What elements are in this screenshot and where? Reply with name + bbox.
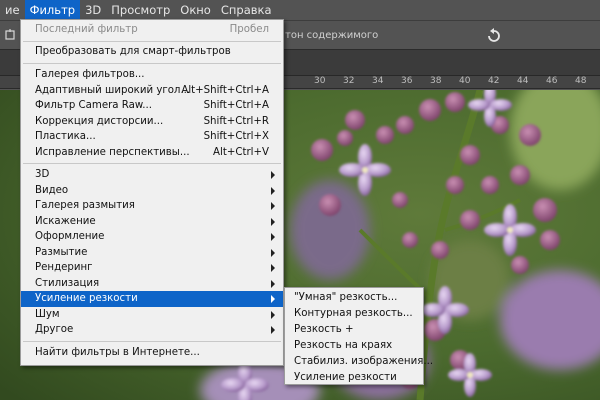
menu-item-label: Преобразовать для смарт-фильтров xyxy=(35,46,231,57)
menu-item-filter-gallery[interactable]: Галерея фильтров... xyxy=(21,67,283,83)
menu-item-label: Размытие xyxy=(35,246,88,258)
menu-filter[interactable]: Фильтр xyxy=(24,0,81,20)
menu-item-blur-gallery[interactable]: Галерея размытия xyxy=(21,198,283,214)
menu-item-label: Последний фильтр xyxy=(35,24,138,35)
menu-item-label: Галерея фильтров... xyxy=(35,69,145,80)
menu-item-label: Рендеринг xyxy=(35,262,93,273)
submenu-item-unsharp-mask[interactable]: Контурная резкость... xyxy=(285,306,423,322)
menu-item-label: Искажение xyxy=(35,215,96,227)
submenu-arrow-icon xyxy=(271,248,275,257)
ruler-label: 32 xyxy=(343,76,355,86)
menu-item-liquify[interactable]: Пластика... Shift+Ctrl+X xyxy=(21,129,283,145)
submenu-arrow-icon xyxy=(271,186,275,195)
submenu-arrow-icon xyxy=(271,233,275,241)
menu-item-label: Фильтр Camera Raw... xyxy=(35,100,152,111)
menu-help[interactable]: Справка xyxy=(216,0,277,20)
ruler-label: 48 xyxy=(575,76,587,86)
menu-item-shortcut: Shift+Ctrl+X xyxy=(203,131,269,142)
menu-item-shortcut: Пробел xyxy=(229,24,269,35)
menu-item-label: Найти фильтры в Интернете... xyxy=(35,347,200,358)
ruler-label: 38 xyxy=(430,76,442,86)
menu-item-noise[interactable]: Шум xyxy=(21,307,283,323)
submenu-arrow-icon xyxy=(271,217,275,226)
submenu-item-sharpen-edges[interactable]: Резкость на краях xyxy=(285,338,423,354)
menu-item-video[interactable]: Видео xyxy=(21,183,283,199)
ruler-label: 36 xyxy=(401,76,413,86)
ruler-label: 44 xyxy=(517,76,529,86)
menu-bar: ие Фильтр 3D Просмотр Окно Справка xyxy=(0,0,600,20)
submenu-item-sharpen[interactable]: Усиление резкости xyxy=(285,370,423,386)
menu-item-browse-filters-online[interactable]: Найти фильтры в Интернете... xyxy=(21,345,283,361)
menu-item-stylize[interactable]: Стилизация xyxy=(21,276,283,292)
menu-window[interactable]: Окно xyxy=(175,0,216,20)
menu-item-3d[interactable]: 3D xyxy=(21,167,283,183)
menu-divider xyxy=(23,341,281,342)
menu-item-sharpen[interactable]: Усиление резкости xyxy=(21,291,283,307)
submenu-arrow-icon xyxy=(271,171,275,179)
submenu-arrow-icon xyxy=(271,264,275,272)
menu-item-label: Пластика... xyxy=(35,131,96,142)
menu-item-lens-correction[interactable]: Коррекция дисторсии... Shift+Ctrl+R xyxy=(21,114,283,130)
menu-item-label: 3D xyxy=(35,169,50,180)
menu-item-render[interactable]: Рендеринг xyxy=(21,260,283,276)
submenu-arrow-icon xyxy=(271,202,275,210)
menu-item-label: Шум xyxy=(35,308,60,320)
menu-item-shortcut: Shift+Ctrl+R xyxy=(203,115,269,127)
menu-item-shortcut: Shift+Ctrl+A xyxy=(203,100,269,111)
ruler-label: 30 xyxy=(314,76,326,86)
ruler-label: 46 xyxy=(546,76,558,86)
menu-item-adaptive-wide-angle[interactable]: Адаптивный широкий угол... Alt+Shift+Ctr… xyxy=(21,83,283,99)
submenu-item-smart-sharpen[interactable]: "Умная" резкость... xyxy=(285,290,423,306)
menu-item-vanishing-point[interactable]: Исправление перспективы... Alt+Ctrl+V xyxy=(21,145,283,161)
brush-tool-icon[interactable] xyxy=(4,29,16,41)
ruler-label: 42 xyxy=(488,76,500,86)
menu-item-last-filter[interactable]: Последний фильтр Пробел xyxy=(21,22,283,38)
submenu-item-shake-reduction[interactable]: Стабилиз. изображения... xyxy=(285,354,433,370)
menu-item-camera-raw[interactable]: Фильтр Camera Raw... Shift+Ctrl+A xyxy=(21,98,283,114)
ruler-label: 34 xyxy=(372,76,384,86)
menu-item-blur[interactable]: Размытие xyxy=(21,245,283,261)
submenu-arrow-icon xyxy=(271,310,275,319)
submenu-arrow-icon xyxy=(271,326,275,334)
content-aware-label[interactable]: тон содержимого xyxy=(285,30,378,41)
menu-item-label: Галерея размытия xyxy=(35,200,135,211)
menu-3d[interactable]: 3D xyxy=(80,0,106,20)
menu-item-convert-smart[interactable]: Преобразовать для смарт-фильтров xyxy=(21,44,283,60)
menu-item-label: Оформление xyxy=(35,231,105,242)
menu-item-label: Стилизация xyxy=(35,277,100,289)
menu-divider xyxy=(23,163,281,164)
menu-item-label: Усиление резкости xyxy=(35,293,138,304)
menu-view[interactable]: Просмотр xyxy=(106,0,175,20)
menu-item-label: Видео xyxy=(35,184,69,196)
menu-item-label: Коррекция дисторсии... xyxy=(35,115,164,127)
menu-item-label: Адаптивный широкий угол... xyxy=(35,84,191,96)
menu-item-label: Другое xyxy=(35,324,74,335)
menu-item-shortcut: Alt+Shift+Ctrl+A xyxy=(181,84,269,96)
submenu-arrow-icon xyxy=(271,295,275,303)
menu-item-distort[interactable]: Искажение xyxy=(21,214,283,230)
filter-menu: Последний фильтр Пробел Преобразовать дл… xyxy=(20,19,284,366)
undo-rotate-icon[interactable] xyxy=(486,28,502,44)
ruler-label: 40 xyxy=(459,76,471,86)
menu-item-shortcut: Alt+Ctrl+V xyxy=(213,146,269,158)
submenu-item-sharpen-more[interactable]: Резкость + xyxy=(285,322,423,338)
menu-divider xyxy=(23,41,281,42)
menu-item-pixelate[interactable]: Оформление xyxy=(21,229,283,245)
submenu-arrow-icon xyxy=(271,279,275,288)
menu-item-label: Исправление перспективы... xyxy=(35,146,190,158)
menu-item-other[interactable]: Другое xyxy=(21,322,283,338)
menu-image[interactable]: ие xyxy=(0,0,25,20)
menu-divider xyxy=(23,63,281,64)
sharpen-submenu: "Умная" резкость... Контурная резкость..… xyxy=(284,287,433,386)
